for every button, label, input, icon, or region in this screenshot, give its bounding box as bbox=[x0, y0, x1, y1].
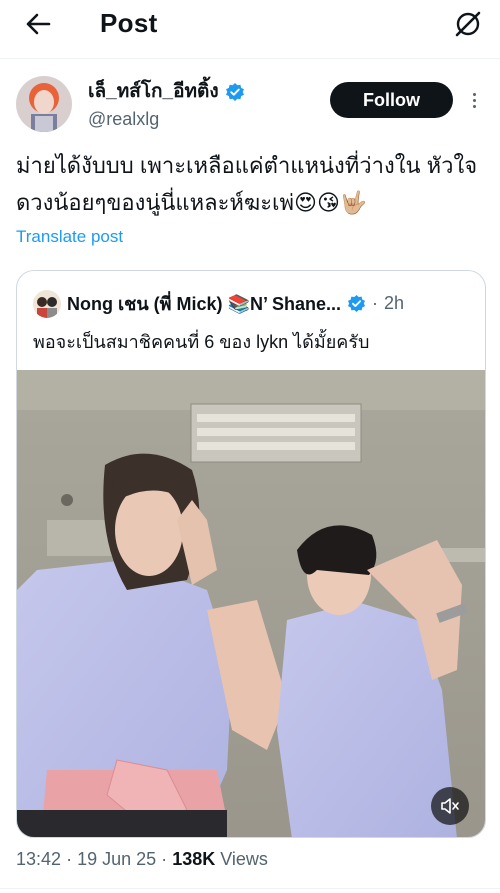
header-divider bbox=[0, 58, 500, 59]
verified-badge-icon bbox=[225, 83, 244, 101]
back-button[interactable] bbox=[20, 6, 56, 42]
post-text: ม่ายได้งับบบ เพาะเหลือแค่ตำแหน่งที่ว่างใ… bbox=[16, 153, 478, 215]
page-title: Post bbox=[100, 8, 158, 38]
post-date: 19 Jun 25 bbox=[77, 849, 157, 869]
mute-toggle[interactable] bbox=[431, 787, 469, 825]
post-time: 13:42 bbox=[16, 849, 62, 869]
follow-button[interactable]: Follow bbox=[330, 82, 453, 118]
quoted-author-avatar bbox=[33, 289, 61, 318]
verified-badge-icon bbox=[347, 294, 366, 313]
meta-divider bbox=[0, 888, 500, 889]
author-avatar[interactable] bbox=[16, 76, 72, 132]
meta-separator: · bbox=[66, 849, 73, 869]
quoted-video[interactable] bbox=[17, 370, 485, 837]
volume-mute-icon bbox=[441, 798, 459, 814]
post-author: เล็_ทส์โก_อีทติ้ง @realxlg Follow bbox=[16, 76, 486, 136]
author-display-name[interactable]: เล็_ทส์โก_อีทติ้ง bbox=[88, 80, 219, 104]
quoted-post-header: Nong เชน (พี่ Mick) 📚N’ Shane... · 2h bbox=[33, 289, 404, 318]
author-handle[interactable]: @realxlg bbox=[88, 108, 159, 130]
quoted-post[interactable]: Nong เชน (พี่ Mick) 📚N’ Shane... · 2h พอ… bbox=[16, 270, 486, 838]
arrow-left-icon bbox=[26, 13, 51, 35]
quoted-author-name: Nong เชน (พี่ Mick) 📚N’ Shane... bbox=[67, 294, 341, 314]
quoted-post-time: 2h bbox=[383, 293, 405, 313]
views-count[interactable]: 138K bbox=[172, 849, 215, 869]
post-metadata: 13:42 · 19 Jun 25 · 138K Views bbox=[16, 849, 268, 870]
quoted-post-text: พอจะเป็นสมาชิคคนที่ 6 ของ lykn ได้มั้ยคร… bbox=[33, 332, 370, 352]
top-bar: Post bbox=[0, 0, 500, 52]
translate-post-link[interactable]: Translate post bbox=[16, 227, 123, 247]
author-name-row: เล็_ทส์โก_อีทติ้ง bbox=[88, 80, 245, 104]
grok-icon bbox=[455, 11, 481, 37]
views-label: Views bbox=[220, 849, 268, 869]
more-options-icon[interactable] bbox=[464, 86, 484, 114]
quoted-post-separator: · bbox=[371, 293, 378, 313]
meta-separator: · bbox=[161, 849, 168, 869]
grok-button[interactable] bbox=[448, 4, 488, 44]
